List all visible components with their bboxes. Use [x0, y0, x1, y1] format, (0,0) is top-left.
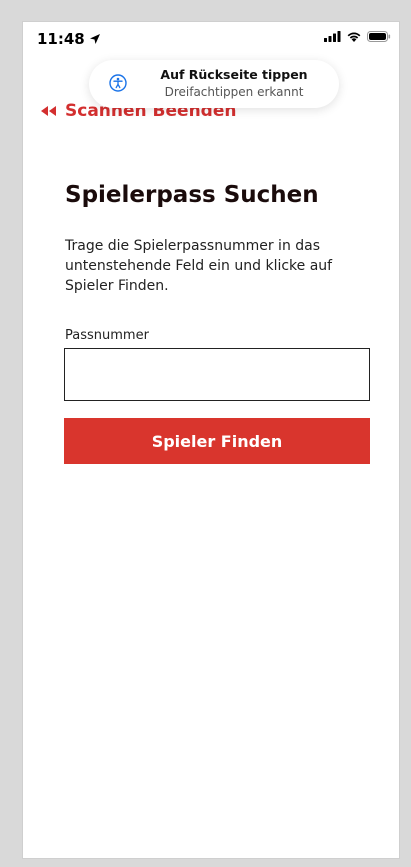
- status-icons: [324, 31, 391, 42]
- phone-screen: 11:48 Auf Rückseite tippen Dreifachtippe…: [22, 21, 400, 859]
- find-player-button[interactable]: Spieler Finden: [64, 418, 370, 464]
- location-arrow-icon: [89, 34, 100, 44]
- pass-number-label: Passnummer: [65, 328, 149, 343]
- banner-subtitle: Dreifachtippen erkannt: [164, 85, 304, 99]
- cellular-signal-icon: [324, 31, 341, 42]
- page-title: Spielerpass Suchen: [65, 182, 319, 208]
- wifi-icon: [347, 32, 361, 42]
- banner-title: Auf Rückseite tippen: [160, 67, 308, 82]
- double-chevron-left-icon: [41, 106, 56, 116]
- battery-icon: [367, 31, 391, 42]
- accessibility-banner: Auf Rückseite tippen Dreifachtippen erka…: [89, 60, 339, 108]
- pass-number-input[interactable]: [64, 348, 370, 401]
- instructions-text: Trage die Spielerpassnummer in das unten…: [65, 238, 333, 294]
- status-bar: 11:48: [23, 22, 399, 62]
- status-time: 11:48: [37, 30, 101, 48]
- status-time-text: 11:48: [37, 30, 85, 48]
